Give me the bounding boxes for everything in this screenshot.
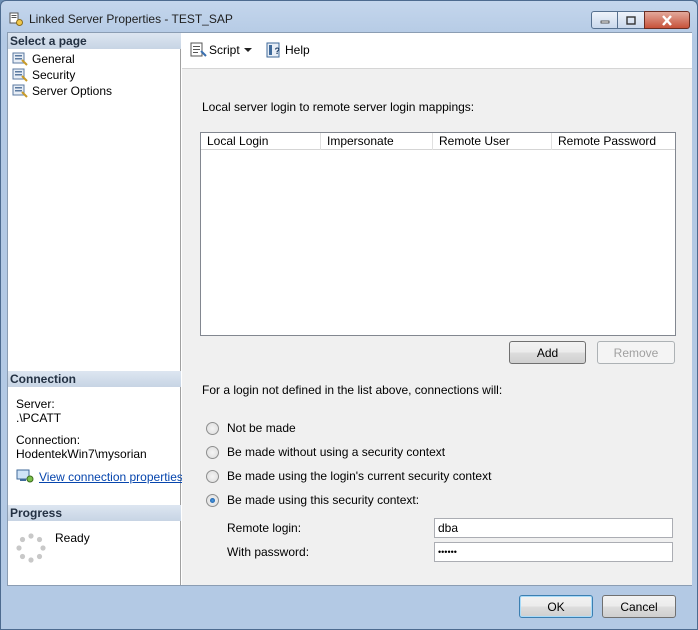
toolbar: Script ? Help <box>182 33 692 69</box>
view-connection-properties-link[interactable]: View connection properties <box>39 470 183 484</box>
close-button[interactable] <box>644 11 690 29</box>
chevron-down-icon <box>244 48 252 52</box>
page-item-security[interactable]: Security <box>12 67 75 83</box>
progress-header: Progress <box>8 505 181 521</box>
column-header-remote-user[interactable]: Remote User <box>433 133 552 150</box>
linked-server-icon <box>9 12 23 26</box>
radio-label: Not be made <box>227 421 296 435</box>
radio-login-current-context[interactable]: Be made using the login's current securi… <box>206 468 491 484</box>
connection-header: Connection <box>8 371 181 387</box>
page-item-server-options[interactable]: Server Options <box>12 83 112 99</box>
radio-label: Be made without using a security context <box>227 445 446 459</box>
column-header-impersonate[interactable]: Impersonate <box>321 133 433 150</box>
script-button[interactable]: Script <box>189 41 240 59</box>
password-input[interactable]: •••••• <box>434 542 673 562</box>
svg-text:?: ? <box>275 46 281 56</box>
radio-button[interactable] <box>206 421 219 435</box>
page-item-general[interactable]: General <box>12 51 75 67</box>
radio-without-security-context[interactable]: Be made without using a security context <box>206 444 445 460</box>
help-icon: ? <box>266 42 281 58</box>
radio-this-security-context[interactable]: Be made using this security context: <box>206 492 419 508</box>
ok-button[interactable]: OK <box>519 595 593 618</box>
window-title: Linked Server Properties - TEST_SAP <box>29 12 233 26</box>
dialog-client-area: Select a page General Security Server Op… <box>7 32 692 586</box>
radio-button[interactable] <box>206 469 219 483</box>
maximize-icon <box>626 15 636 25</box>
remote-login-label: Remote login: <box>227 521 302 535</box>
help-button[interactable]: ? Help <box>265 41 310 59</box>
script-dropdown-button[interactable] <box>243 41 253 59</box>
page-item-label: Security <box>32 68 76 82</box>
column-header-local-login[interactable]: Local Login <box>201 133 321 150</box>
page-item-label: Server Options <box>32 84 113 98</box>
radio-label: Be made using this security context: <box>227 493 420 507</box>
page-icon <box>12 52 28 66</box>
login-mappings-grid[interactable]: Local Login Impersonate Remote User Remo… <box>200 132 676 336</box>
close-icon <box>662 14 672 26</box>
maximize-button[interactable] <box>617 11 645 29</box>
radio-label: Be made using the login's current securi… <box>227 469 492 483</box>
page-icon <box>12 68 28 82</box>
title-bar: Linked Server Properties - TEST_SAP <box>1 1 697 35</box>
dialog-window: Linked Server Properties - TEST_SAP Sele… <box>0 0 698 630</box>
column-header-remote-password[interactable]: Remote Password <box>552 133 675 150</box>
cancel-button[interactable]: Cancel <box>602 595 676 618</box>
remote-login-input[interactable]: dba <box>434 518 673 538</box>
connection-properties-icon <box>16 469 34 483</box>
remove-button[interactable]: Remove <box>597 341 675 364</box>
server-label: Server: <box>16 397 55 411</box>
progress-status: Ready <box>55 531 90 545</box>
password-label: With password: <box>227 545 310 559</box>
grid-header: Local Login Impersonate Remote User Remo… <box>201 133 675 150</box>
minimize-button[interactable] <box>591 11 618 29</box>
script-label: Script <box>209 43 240 57</box>
left-pane: Select a page General Security Server Op… <box>8 33 183 585</box>
progress-spinner-icon <box>16 533 46 563</box>
radio-button-checked[interactable] <box>206 493 219 507</box>
script-icon <box>190 42 207 57</box>
window-controls <box>591 11 690 29</box>
page-item-label: General <box>32 52 75 66</box>
mappings-label: Local server login to remote server logi… <box>202 100 475 114</box>
minimize-icon <box>600 20 609 24</box>
right-pane: Script ? Help Local server login to remo… <box>182 33 692 585</box>
add-button[interactable]: Add <box>509 341 586 364</box>
connection-value: HodentekWin7\mysorian <box>16 447 147 461</box>
not-defined-label: For a login not defined in the list abov… <box>202 383 503 397</box>
help-label: Help <box>285 43 310 57</box>
page-icon <box>12 84 28 98</box>
radio-not-be-made[interactable]: Not be made <box>206 420 296 436</box>
server-value: .\PCATT <box>16 411 62 425</box>
radio-button[interactable] <box>206 445 219 459</box>
connection-label: Connection: <box>16 433 81 447</box>
select-page-header: Select a page <box>8 33 181 49</box>
